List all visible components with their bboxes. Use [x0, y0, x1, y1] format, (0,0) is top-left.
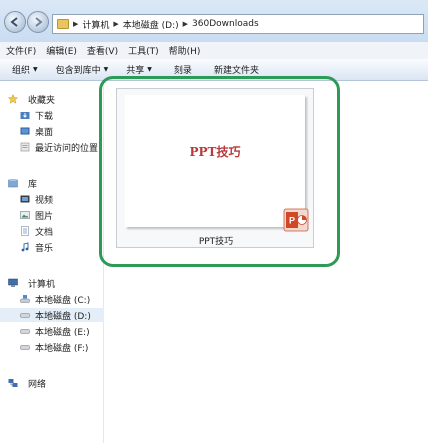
new-folder-label: 新建文件夹 [213, 66, 259, 76]
downloads-folder-icon [20, 112, 30, 119]
file-name-label: PPT技巧 [198, 237, 234, 247]
slide-title: PPT技巧 [189, 145, 241, 159]
menu-bar: 文件(F) 编辑(E) 查看(V) 工具(T) 帮助(H) [0, 42, 428, 59]
share-button[interactable]: 共享 ▼ [126, 63, 152, 76]
sidebar-libraries[interactable]: 库 [0, 176, 104, 190]
chevron-right-icon[interactable]: ▶ [73, 20, 78, 28]
pictures-icon [20, 211, 30, 219]
burn-label: 刻录 [173, 66, 192, 76]
sidebar-item-documents[interactable]: 文档 [0, 224, 104, 238]
sidebar-item-label: 音乐 [35, 243, 54, 254]
video-icon [20, 195, 30, 203]
sidebar-item-drive-e[interactable]: 本地磁盘 (E:) [0, 324, 104, 338]
caret-down-icon: ▼ [147, 66, 152, 73]
caret-down-icon: ▼ [103, 66, 109, 73]
forward-arrow-icon [35, 17, 43, 27]
navigation-pane: 收藏夹 下载 桌面 最近访问的位置 库 视频 图片 文档 音乐 计算机 本地磁盘… [0, 82, 104, 443]
sidebar-item-drive-d[interactable]: 本地磁盘 (D:) [0, 308, 104, 322]
sidebar-item-videos[interactable]: 视频 [0, 192, 104, 206]
sidebar-item-label: 桌面 [35, 127, 54, 138]
include-in-library-label: 包含到库中 [55, 66, 101, 76]
crumb-360downloads[interactable]: 360Downloads [192, 19, 259, 29]
sidebar-item-label: 最近访问的位置 [35, 143, 99, 154]
new-folder-button[interactable]: 新建文件夹 [214, 63, 259, 76]
sidebar-item-label: 本地磁盘 (D:) [35, 311, 91, 322]
star-icon [8, 94, 18, 104]
back-arrow-icon [10, 17, 18, 27]
documents-icon [21, 226, 29, 236]
organize-button[interactable]: 组织 ▼ [12, 63, 38, 76]
sidebar-item-label: 视频 [35, 195, 54, 206]
crumb-computer[interactable]: 计算机 [82, 18, 109, 31]
sidebar-item-desktop[interactable]: 桌面 [0, 124, 104, 138]
sidebar-item-label: 本地磁盘 (C:) [35, 295, 91, 306]
chevron-right-icon[interactable]: ▶ [183, 20, 188, 28]
sidebar-item-label: 图片 [35, 211, 54, 222]
slide-thumbnail: PPT技巧 P [125, 95, 309, 232]
sidebar-item-drive-f[interactable]: 本地磁盘 (F:) [0, 340, 104, 354]
menu-file[interactable]: 文件(F) [6, 44, 36, 57]
library-icon [8, 179, 18, 188]
drive-icon [20, 313, 30, 318]
sidebar-item-downloads[interactable]: 下载 [0, 108, 104, 122]
sidebar-libraries-label: 库 [28, 179, 38, 190]
sidebar-item-recent-places[interactable]: 最近访问的位置 [0, 140, 104, 154]
forward-button[interactable] [27, 11, 49, 33]
system-drive-icon [20, 295, 30, 303]
file-tile-ppt[interactable]: PPT技巧 P PPT技巧 [116, 88, 314, 248]
powerpoint-icon: P [283, 208, 309, 232]
sidebar-computer-label: 计算机 [28, 279, 56, 290]
computer-icon [8, 278, 18, 287]
address-bar-area: ▶ 计算机 ▶ 本地磁盘 (D:) ▶ 360Downloads [0, 0, 428, 42]
recent-places-icon [20, 142, 30, 152]
sidebar-computer[interactable]: 计算机 [0, 276, 104, 290]
menu-edit[interactable]: 编辑(E) [46, 44, 77, 57]
sidebar-network[interactable]: 网络 [0, 376, 104, 390]
sidebar-item-music[interactable]: 音乐 [0, 240, 104, 254]
music-icon [21, 242, 29, 252]
caret-down-icon: ▼ [33, 66, 38, 73]
organize-label: 组织 [12, 66, 31, 76]
sidebar-item-label: 本地磁盘 (F:) [35, 343, 89, 354]
network-icon [8, 379, 18, 387]
back-button[interactable] [4, 11, 26, 33]
sidebar-favorites[interactable]: 收藏夹 [0, 92, 104, 106]
menu-tools[interactable]: 工具(T) [128, 44, 159, 57]
crumb-drive-d[interactable]: 本地磁盘 (D:) [123, 18, 179, 31]
sidebar-item-label: 本地磁盘 (E:) [35, 327, 90, 338]
desktop-icon [20, 127, 30, 135]
menu-help[interactable]: 帮助(H) [169, 44, 201, 57]
svg-text:P: P [289, 216, 295, 226]
sidebar-item-label: 下载 [35, 111, 54, 122]
drive-icon [20, 345, 30, 350]
include-in-library-button[interactable]: 包含到库中 ▼ [56, 63, 109, 76]
menu-view[interactable]: 查看(V) [87, 44, 118, 57]
address-box[interactable]: ▶ 计算机 ▶ 本地磁盘 (D:) ▶ 360Downloads [52, 14, 424, 34]
sidebar-favorites-label: 收藏夹 [28, 95, 56, 106]
sidebar-item-label: 文档 [35, 227, 54, 238]
sidebar-network-label: 网络 [28, 379, 47, 390]
sidebar-item-pictures[interactable]: 图片 [0, 208, 104, 222]
sidebar-item-drive-c[interactable]: 本地磁盘 (C:) [0, 292, 104, 306]
chevron-right-icon[interactable]: ▶ [113, 20, 118, 28]
folder-icon [57, 19, 69, 29]
drive-icon [20, 329, 30, 334]
burn-button[interactable]: 刻录 [174, 63, 192, 76]
share-label: 共享 [126, 66, 145, 76]
